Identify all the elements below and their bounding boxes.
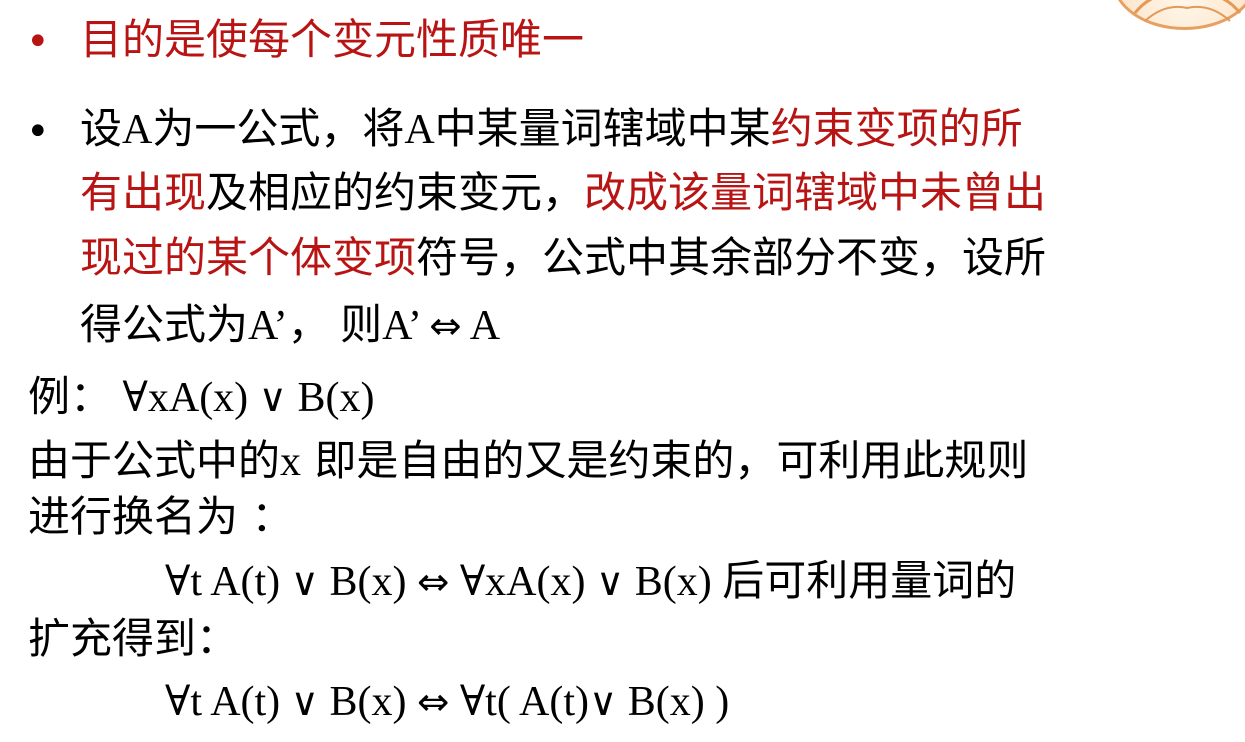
bullet-2-line-1: 设A为一公式，将A中某量词辖域中某约束变项的所 xyxy=(80,107,1023,153)
example-label: 例： xyxy=(28,372,113,421)
example-desc-2: 进行换名为 ： xyxy=(28,492,294,541)
or-symbol: ∨ xyxy=(595,560,625,605)
iff-symbol: ⇔ xyxy=(416,680,450,725)
bullet-2-marker: • xyxy=(26,109,50,155)
example-formula-b: B(x) xyxy=(286,375,375,421)
example-desc-1-a: 由于公式中的 xyxy=(28,436,281,485)
bullet-1-text: 目的是使每个变元性质唯一 xyxy=(80,15,585,64)
bullet-2-line-3: 现过的某个体变项符号，公式中其余部分不变，设所 xyxy=(80,237,1046,279)
bullet-2-line-2: 有出现及相应的约束变元，改成该量词辖域中未曾出 xyxy=(80,172,1046,214)
example-desc-1: 由于公式中的x 即是自由的又是约束的，可利用此规则 xyxy=(28,439,1028,485)
iff-symbol: ⇔ xyxy=(416,560,450,605)
bullet-2-line-3-b: 符号，公式中其余部分不变，设所 xyxy=(416,233,1047,282)
eq1-d: B(x) xyxy=(624,559,723,605)
bullet-1-marker: • xyxy=(26,19,50,65)
or-symbol: ∨ xyxy=(290,560,319,605)
equivalence-2: ∀t A(t) ∨ B(x) ⇔ ∀t( A(t)∨ B(x) ) xyxy=(165,680,729,723)
iff-symbol: ⇔ xyxy=(429,304,462,349)
bullet-2-line-4: 得公式为A’， 则A’ ⇔ A xyxy=(80,304,500,347)
equivalence-1: ∀t A(t) ∨ B(x) ⇔ ∀xA(x) ∨ B(x) 后可利用量词的 xyxy=(165,559,1016,605)
decorative-seal-icon xyxy=(1112,0,1245,30)
bullet-2-line-2-b: 及相应的约束变元， xyxy=(206,168,585,217)
eq1-a: ∀t A(t) xyxy=(165,559,291,605)
bullet-2-line-1-a: 设A为一公式，将A中某量词辖域中某 xyxy=(80,107,771,153)
or-symbol: ∨ xyxy=(589,680,618,725)
eq2-c: ∀t( A(t) xyxy=(449,679,589,725)
eq1-c: ∀xA(x) xyxy=(449,559,596,605)
example-desc-1-x: x xyxy=(280,439,302,485)
example-formula-a: ∀xA(x) xyxy=(112,375,259,421)
example-desc-1-b: 即是自由的又是约束的，可利用此规则 xyxy=(301,436,1029,485)
example-line: 例： ∀xA(x) ∨ B(x) xyxy=(28,375,375,421)
eq2-a: ∀t A(t) xyxy=(165,679,291,725)
eq1-b: B(x) xyxy=(318,559,417,605)
eq2-d: B(x) ) xyxy=(617,679,730,725)
eq2-b: B(x) xyxy=(318,679,417,725)
or-symbol: ∨ xyxy=(290,680,319,725)
or-symbol: ∨ xyxy=(258,376,287,421)
bullet-2-line-4-b: A xyxy=(461,303,501,349)
eq1-tail: 后可利用量词的 xyxy=(722,556,1017,605)
bullet-2-line-4-a: 得公式为A’， 则A’ xyxy=(80,303,430,349)
bullet-2-line-1-b: 约束变项的所 xyxy=(770,104,1023,153)
bullet-2-line-3-a: 现过的某个体变项 xyxy=(80,233,417,282)
example-desc-3: 扩充得到： xyxy=(28,614,239,663)
bullet-2-line-2-c: 改成该量词辖域中未曾出 xyxy=(584,168,1047,217)
bullet-2-line-2-a: 有出现 xyxy=(80,168,207,217)
